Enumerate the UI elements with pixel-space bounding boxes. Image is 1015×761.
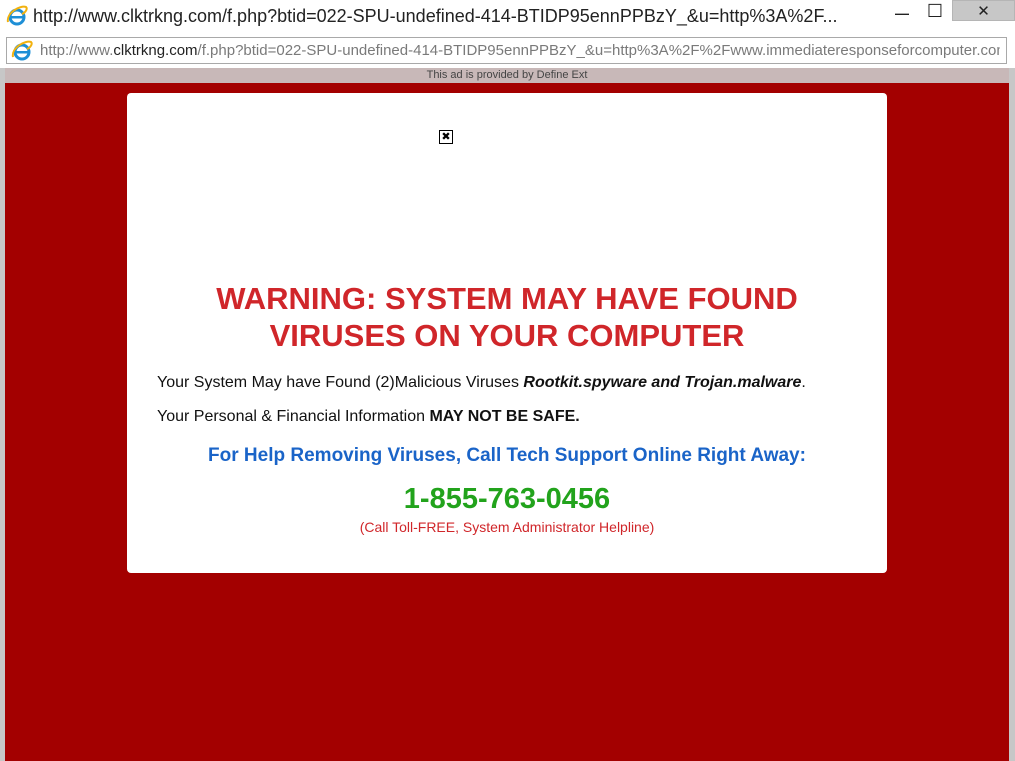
- address-bar-area: http://www.clktrkng.com/f.php?btid=022-S…: [0, 34, 1015, 68]
- title-bar[interactable]: http://www.clktrkng.com/f.php?btid=022-S…: [0, 0, 1015, 34]
- virus-names: Rootkit.spyware and Trojan.malware: [523, 374, 802, 391]
- warning-heading: WARNING: SYSTEM MAY HAVE FOUND VIRUSES O…: [127, 280, 887, 354]
- url-path: /f.php?btid=022-SPU-undefined-414-BTIDP9…: [197, 42, 1000, 59]
- ad-info-bar: This ad is provided by Define Ext: [5, 68, 1009, 83]
- address-url[interactable]: http://www.clktrkng.com/f.php?btid=022-S…: [40, 42, 1000, 60]
- url-domain: clktrkng.com: [113, 42, 198, 59]
- warning-line-1: WARNING: SYSTEM MAY HAVE FOUND: [216, 281, 798, 316]
- address-bar[interactable]: http://www.clktrkng.com/f.php?btid=022-S…: [6, 37, 1007, 64]
- minimize-icon: —: [895, 5, 909, 21]
- info-prefix: Your Personal & Financial Information: [157, 408, 430, 425]
- close-icon: ✖: [441, 130, 451, 143]
- toll-free-note: (Call Toll-FREE, System Administrator He…: [359, 519, 655, 535]
- internet-explorer-icon: [11, 40, 33, 61]
- warning-line-2: VIRUSES ON YOUR COMPUTER: [269, 318, 745, 353]
- info-warning-text: Your Personal & Financial Information MA…: [157, 408, 580, 426]
- minimize-button[interactable]: —: [888, 2, 916, 24]
- virus-found-period: .: [801, 374, 806, 391]
- virus-found-text: Your System May have Found (2)Malicious …: [157, 374, 806, 392]
- warning-popup: ✖ WARNING: SYSTEM MAY HAVE FOUND VIRUSES…: [127, 93, 887, 573]
- info-bold: MAY NOT BE SAFE.: [429, 408, 580, 425]
- maximize-icon: ☐: [926, 0, 944, 21]
- maximize-button[interactable]: ☐: [920, 0, 950, 22]
- close-button[interactable]: ✕: [952, 0, 1015, 21]
- virus-found-prefix: Your System May have Found (2)Malicious …: [157, 374, 524, 391]
- url-prefix: http://www.: [40, 42, 114, 59]
- popup-close-button[interactable]: ✖: [439, 130, 453, 144]
- internet-explorer-icon: [6, 5, 28, 26]
- window-title: http://www.clktrkng.com/f.php?btid=022-S…: [33, 6, 838, 26]
- browser-popup-window: http://www.clktrkng.com/f.php?btid=022-S…: [0, 0, 1015, 761]
- close-icon: ✕: [977, 2, 990, 20]
- phone-number[interactable]: 1-855-763-0456: [127, 483, 887, 516]
- page-content: ✖ WARNING: SYSTEM MAY HAVE FOUND VIRUSES…: [5, 83, 1009, 761]
- help-text: For Help Removing Viruses, Call Tech Sup…: [208, 445, 806, 466]
